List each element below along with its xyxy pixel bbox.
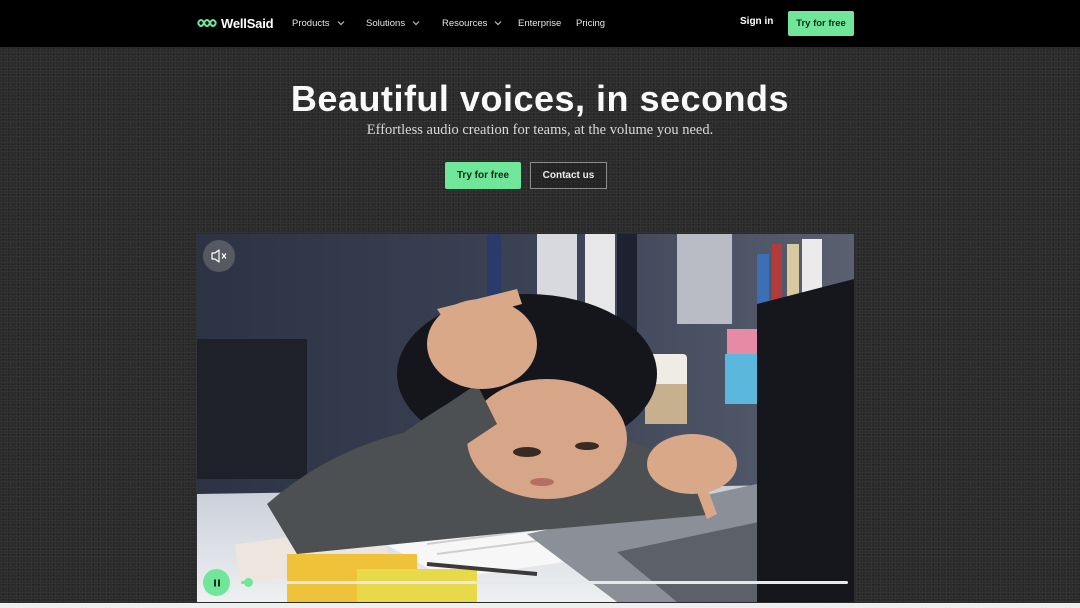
nav-enterprise[interactable]: Enterprise	[518, 16, 561, 30]
wave-logo-icon	[197, 19, 217, 27]
chevron-down-icon	[494, 21, 502, 26]
hero-video-player[interactable]	[197, 234, 854, 602]
sign-in-link[interactable]: Sign in	[740, 16, 773, 27]
nav-products[interactable]: Products	[292, 16, 346, 30]
chevron-down-icon	[337, 21, 344, 26]
nav-resources[interactable]: Resources	[442, 16, 503, 30]
top-navigation-bar: WellSaid Products Solutions Resources En…	[0, 0, 1080, 47]
hero-subtitle: Effortless audio creation for teams, at …	[366, 122, 714, 138]
hero-try-free-button[interactable]: Try for free	[445, 162, 521, 189]
wellsaid-logo[interactable]: WellSaid	[197, 13, 274, 33]
logo-text: WellSaid	[221, 15, 274, 31]
pause-button[interactable]	[203, 569, 230, 596]
speaker-muted-icon	[211, 249, 227, 263]
video-progress-bar[interactable]	[241, 578, 848, 587]
header-try-free-button[interactable]: Try for free	[788, 11, 854, 36]
nav-solutions-label: Solutions	[366, 17, 406, 29]
chevron-down-icon	[412, 21, 420, 26]
pause-icon	[213, 579, 220, 586]
nav-pricing-label: Pricing	[576, 17, 606, 29]
nav-enterprise-label: Enterprise	[518, 17, 562, 29]
hero-title: Beautiful voices, in seconds	[290, 78, 790, 119]
video-frame-image	[197, 234, 854, 602]
contact-us-button[interactable]: Contact us	[530, 162, 607, 189]
mute-toggle-button[interactable]	[203, 240, 235, 272]
nav-products-label: Products	[292, 17, 330, 29]
nav-pricing[interactable]: Pricing	[576, 16, 605, 30]
page-bottom-edge	[0, 603, 1080, 608]
nav-solutions[interactable]: Solutions	[366, 16, 421, 30]
nav-resources-label: Resources	[442, 17, 488, 29]
